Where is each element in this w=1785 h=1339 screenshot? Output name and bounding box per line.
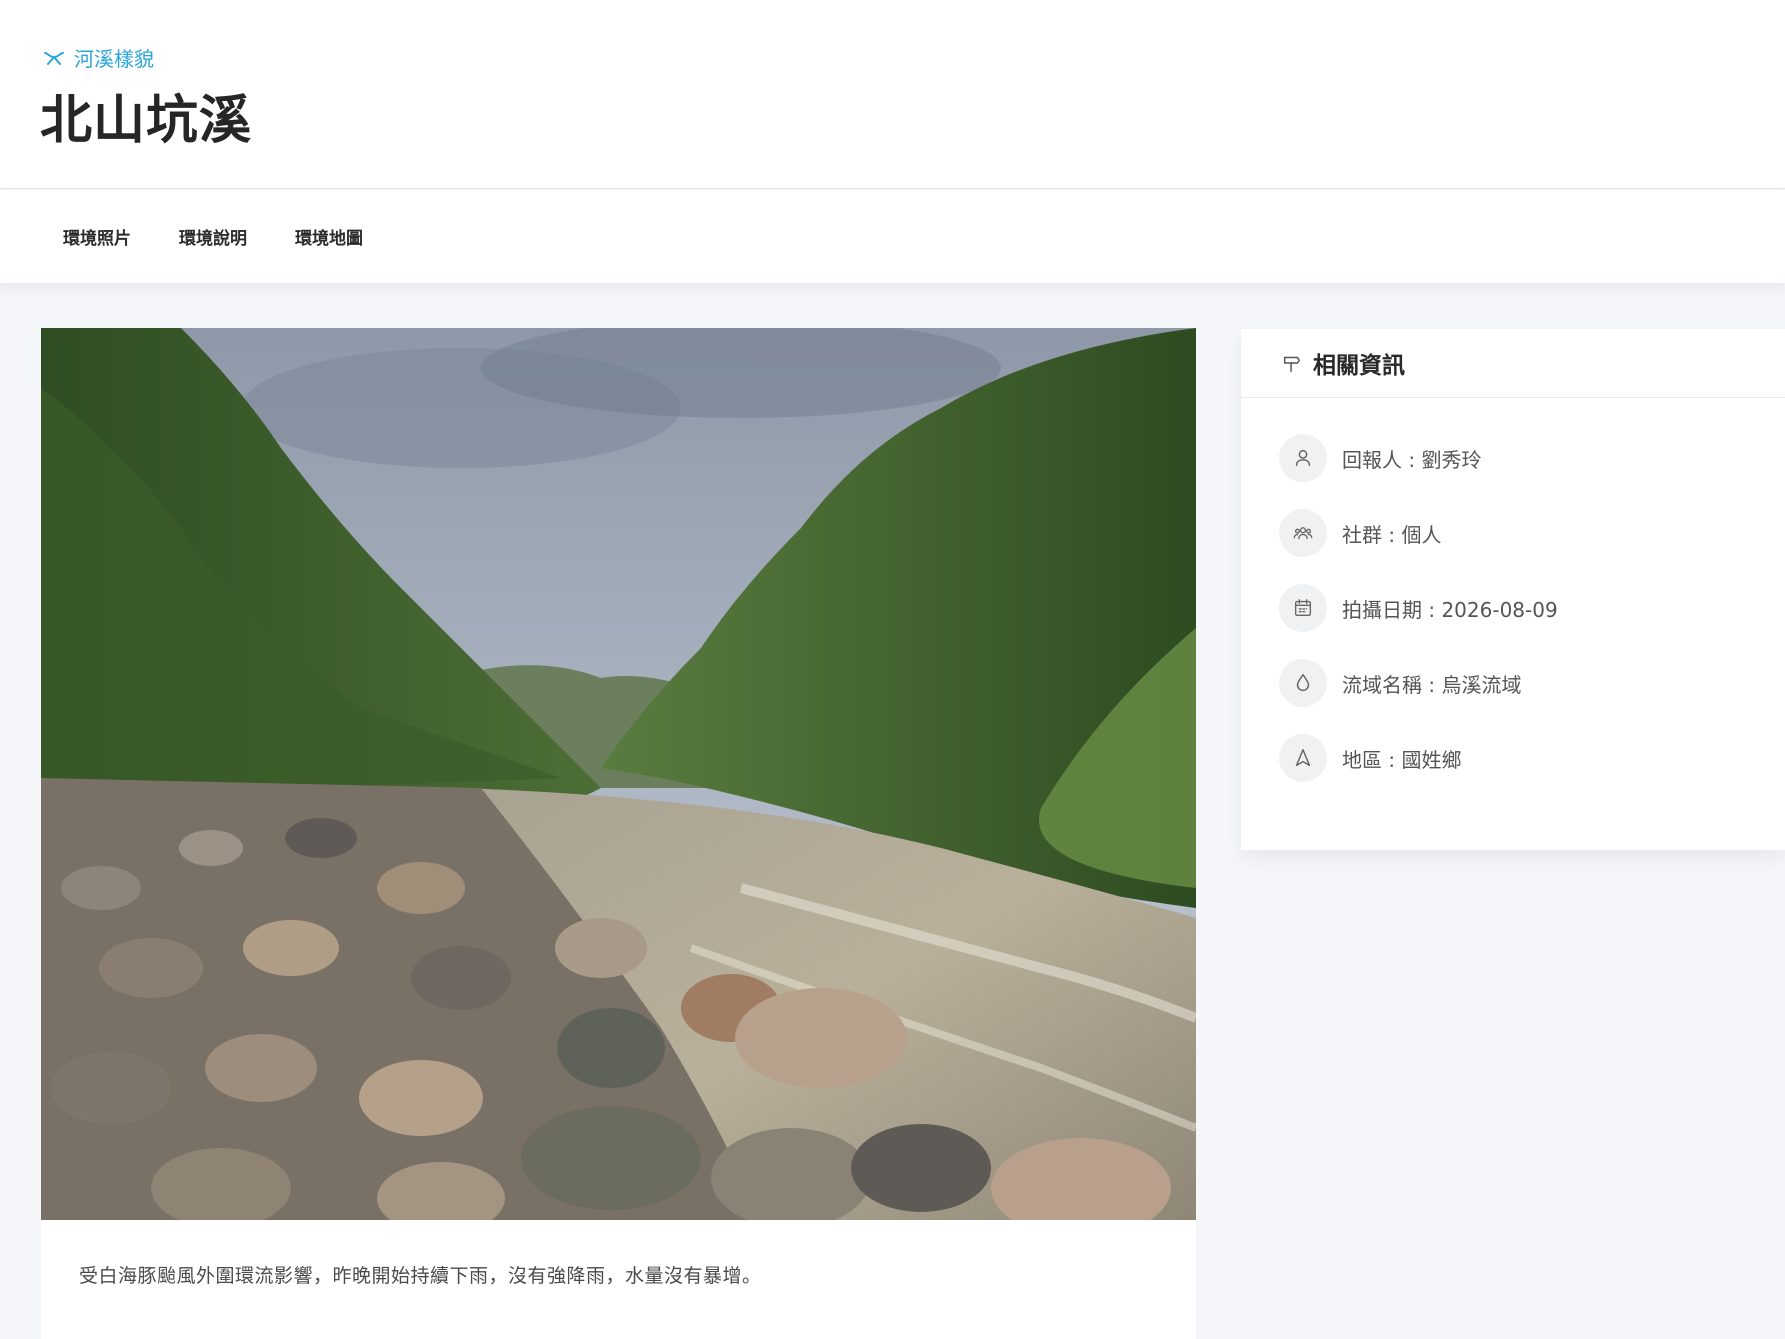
navigation-icon (1279, 734, 1327, 782)
photo-card: 受白海豚颱風外圍環流影響，昨晚開始持續下雨，沒有強降雨，水量沒有暴增。 (41, 328, 1196, 1339)
tab-photos[interactable]: 環境照片 (63, 218, 131, 255)
info-item-date: 拍攝日期 : 2026-08-09 (1279, 584, 1558, 632)
page-title: 北山坑溪 (40, 91, 253, 151)
water-drop-icon (1279, 659, 1327, 707)
tab-description[interactable]: 環境說明 (179, 218, 247, 255)
related-info-card: 相關資訊 回報人 : 劉秀玲 社群: 個人 拍攝日期: 2026-08-09… (1241, 329, 1785, 850)
photo-caption: 受白海豚颱風外圍環流影響，昨晚開始持續下雨，沒有強降雨，水量沒有暴增。 (79, 1265, 762, 1287)
info-item-text: 社群 : 個人 (1342, 522, 1442, 547)
info-item-text: 地區 : 國姓鄉 (1342, 747, 1462, 772)
tab-bar: 環境照片 環境說明 環境地圖 (0, 190, 1785, 283)
breadcrumb-label[interactable]: 河溪樣貌 (74, 43, 154, 72)
breadcrumb[interactable]: 河溪樣貌 (42, 43, 154, 72)
info-item-basin: 流域名稱 : 烏溪流域 (1279, 659, 1558, 707)
info-item-reporter: 回報人 : 劉秀玲 (1279, 434, 1558, 482)
river-photo[interactable] (41, 328, 1196, 1220)
related-info-header: 相關資訊 (1241, 329, 1785, 398)
group-icon (1279, 509, 1327, 557)
river-icon (44, 51, 64, 65)
page-header: 河溪樣貌 北山坑溪 (0, 0, 1785, 189)
info-item-text: 流域名稱 : 烏溪流域 (1342, 672, 1522, 697)
related-info-list: 回報人 : 劉秀玲 社群 : 個人 拍攝日期: 2026-08-09 流域名稱… (1279, 434, 1558, 809)
info-item-community: 社群 : 個人 (1279, 509, 1558, 557)
info-item-text: 回報人 : 劉秀玲 (1342, 447, 1482, 472)
info-item-region: 地區 : 國姓鄉 (1279, 734, 1558, 782)
tab-map[interactable]: 環境地圖 (295, 218, 363, 255)
user-icon (1279, 434, 1327, 482)
related-info-title: 相關資訊 (1313, 353, 1405, 379)
info-item-text: 拍攝日期 : 2026-08-09 (1342, 597, 1558, 622)
signpost-icon (1283, 356, 1301, 372)
calendar-icon (1279, 584, 1327, 632)
